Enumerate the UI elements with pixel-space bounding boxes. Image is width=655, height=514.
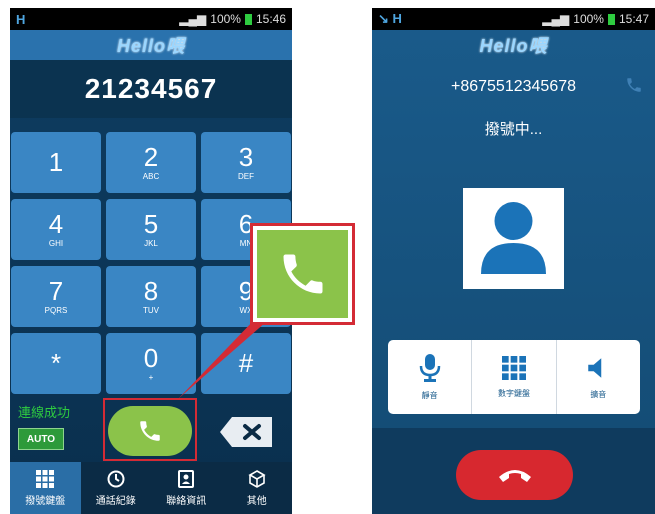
speaker-icon: [588, 357, 602, 378]
dial-actions: 連線成功 AUTO: [10, 396, 292, 462]
status-time: 15:47: [618, 12, 649, 26]
battery-icon: [244, 13, 252, 25]
bottom-tabs: 撥號鍵盤 通話紀錄 聯絡資訊 其他: [10, 462, 292, 514]
contacts-icon: [178, 469, 195, 488]
phone-icon: [140, 421, 160, 441]
call-type-icon: [627, 78, 641, 92]
microphone-icon: [419, 353, 440, 382]
key-5[interactable]: 5 JKL: [106, 199, 196, 260]
more-icon: [248, 469, 266, 488]
dialed-number-display: 21234567: [10, 60, 292, 118]
speaker-button[interactable]: 擴音: [557, 340, 640, 414]
avatar: [463, 188, 564, 289]
key-4[interactable]: 4 GHI: [11, 199, 101, 260]
tab-contacts[interactable]: 聯絡資訊: [151, 462, 222, 514]
app-notification-icon: H: [16, 11, 26, 27]
app-logo: Hello喂: [479, 36, 548, 56]
status-time: 15:46: [255, 12, 286, 26]
call-button[interactable]: [108, 406, 192, 456]
tab-call-log[interactable]: 通話紀錄: [81, 462, 152, 514]
auto-button[interactable]: AUTO: [18, 428, 64, 450]
calling-number: +8675512345678: [450, 78, 577, 95]
call-button-zoom: [250, 223, 355, 325]
keypad-icon: [36, 469, 55, 488]
key-8[interactable]: 8 TUV: [106, 266, 196, 327]
status-bar: ↘ H ▂▄▆ 100% 15:47: [372, 8, 655, 30]
keypad-icon: [501, 355, 526, 380]
app-notification-icon: ↘ H: [378, 11, 402, 26]
key-3[interactable]: 3 DEF: [201, 132, 291, 193]
key-star[interactable]: *: [11, 333, 101, 394]
backspace-icon[interactable]: [220, 417, 272, 447]
tab-more[interactable]: 其他: [222, 462, 293, 514]
key-7[interactable]: 7 PQRS: [11, 266, 101, 327]
person-icon: [481, 202, 546, 274]
key-0[interactable]: 0 +: [106, 333, 196, 394]
clock-icon: [107, 470, 125, 487]
end-call-button[interactable]: [456, 450, 573, 500]
battery-icon: [607, 13, 615, 25]
signal-icon: ▂▄▆: [179, 12, 207, 26]
battery-percent: 100%: [210, 12, 241, 26]
battery-percent: 100%: [573, 12, 604, 26]
call-state: 撥號中...: [484, 121, 543, 138]
hang-up-icon: [498, 470, 531, 482]
key-hash[interactable]: #: [201, 333, 291, 394]
mute-button[interactable]: 靜音: [388, 340, 473, 414]
status-bar: H ▂▄▆ 100% 15:46: [10, 8, 292, 30]
app-logo: Hello喂: [10, 30, 292, 60]
phone-icon: [283, 254, 322, 294]
key-2[interactable]: 2 ABC: [106, 132, 196, 193]
key-1[interactable]: 1: [11, 132, 101, 193]
tab-keypad[interactable]: 撥號鍵盤: [10, 462, 81, 514]
keypad-button[interactable]: 數字鍵盤: [472, 340, 557, 414]
calling-screen: ↘ H ▂▄▆ 100% 15:47 Hello喂 +8675512345678…: [372, 8, 655, 514]
call-controls: 靜音 數字鍵盤 擴音: [388, 340, 640, 414]
signal-icon: ▂▄▆: [542, 12, 570, 26]
connection-status: 連線成功: [18, 405, 71, 420]
